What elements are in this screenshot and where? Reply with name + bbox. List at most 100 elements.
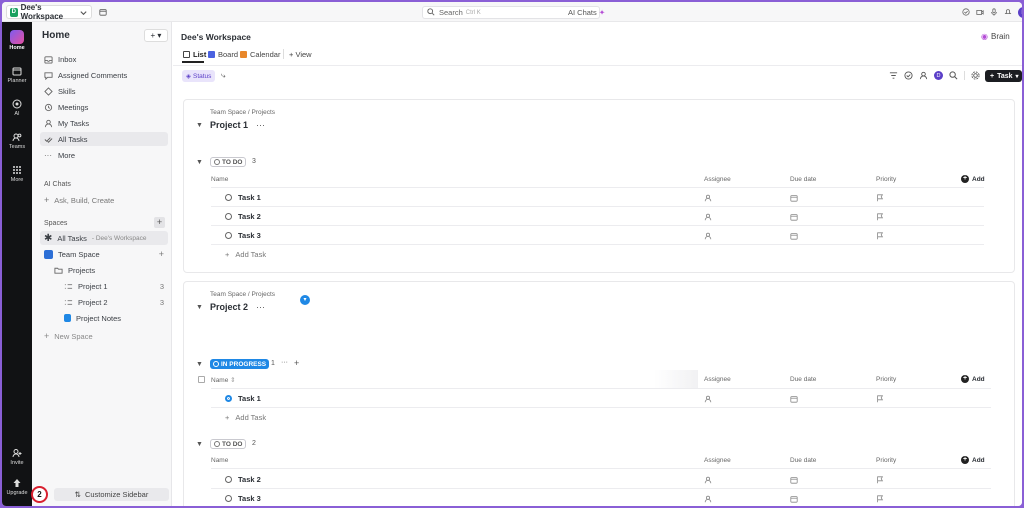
- due-date-icon[interactable]: [790, 476, 798, 484]
- column-header-assignee[interactable]: Assignee: [704, 457, 731, 464]
- workspace-switcher[interactable]: D Dee's Workspace: [6, 3, 92, 21]
- task-name[interactable]: Task 3: [238, 231, 261, 240]
- task-row[interactable]: Task 3: [225, 494, 261, 503]
- gear-icon[interactable]: [971, 71, 980, 80]
- sidebar-item-project-2[interactable]: Project 2 3: [60, 295, 168, 309]
- task-name[interactable]: Task 2: [238, 475, 261, 484]
- rail-more[interactable]: More: [2, 165, 32, 183]
- task-row[interactable]: Task 2: [225, 475, 261, 484]
- select-all-checkbox[interactable]: [198, 376, 205, 383]
- tab-board[interactable]: Board: [208, 50, 238, 59]
- rail-teams[interactable]: Teams: [2, 132, 32, 150]
- due-date-icon[interactable]: [790, 232, 798, 240]
- add-task-button[interactable]: + Task ▾: [985, 70, 1022, 82]
- column-header-name[interactable]: Name: [211, 457, 228, 464]
- priority-flag-icon[interactable]: [876, 213, 884, 221]
- assignee-filter-icon[interactable]: [919, 71, 928, 80]
- subtasks-icon[interactable]: ⤷: [221, 71, 225, 81]
- sidebar-item-projects-folder[interactable]: Projects: [50, 263, 168, 277]
- status-pill-in-progress[interactable]: IN PROGRESS: [210, 359, 270, 369]
- sidebar-item-my-tasks[interactable]: My Tasks: [40, 116, 168, 130]
- check-circle-icon[interactable]: [904, 71, 913, 80]
- add-column-button[interactable]: + Add: [961, 175, 985, 183]
- column-header-due-date[interactable]: Due date: [790, 376, 816, 383]
- task-row[interactable]: Task 3: [225, 231, 261, 240]
- task-status-circle-icon[interactable]: [225, 213, 232, 220]
- priority-flag-icon[interactable]: [876, 194, 884, 202]
- task-status-circle-icon[interactable]: [225, 232, 232, 239]
- check-circle-icon[interactable]: [962, 8, 971, 17]
- sidebar-create-button[interactable]: + ▾: [144, 29, 168, 42]
- add-space-button[interactable]: +: [154, 217, 165, 228]
- bell-icon[interactable]: [1004, 8, 1013, 17]
- group-caret-icon[interactable]: ▼: [196, 441, 203, 448]
- status-group-chip[interactable]: ◈ Status: [182, 70, 216, 82]
- calendar-icon[interactable]: [99, 8, 108, 17]
- sidebar-item-inbox[interactable]: Inbox: [40, 52, 168, 66]
- collapse-caret-icon[interactable]: ▼: [196, 122, 203, 129]
- group-add-button[interactable]: +: [294, 358, 299, 368]
- rail-upgrade[interactable]: Upgrade: [2, 478, 32, 496]
- task-name[interactable]: Task 2: [238, 212, 261, 221]
- group-caret-icon[interactable]: ▼: [196, 159, 203, 166]
- add-task-row[interactable]: + Add Task: [225, 413, 266, 422]
- task-status-circle-icon[interactable]: [225, 194, 232, 201]
- rail-invite[interactable]: Invite: [2, 448, 32, 466]
- group-menu-button[interactable]: ···: [281, 359, 288, 366]
- add-view-button[interactable]: + View: [289, 50, 312, 59]
- assignee-icon[interactable]: [704, 395, 712, 403]
- notification-badge[interactable]: 2: [31, 486, 48, 503]
- task-name[interactable]: Task 3: [238, 494, 261, 503]
- project-menu-button[interactable]: ···: [256, 302, 265, 312]
- sidebar-item-more[interactable]: ··· More: [40, 148, 168, 162]
- task-status-in-progress-icon[interactable]: [225, 395, 232, 402]
- priority-flag-icon[interactable]: [876, 495, 884, 503]
- column-header-priority[interactable]: Priority: [876, 376, 896, 383]
- add-task-row[interactable]: + Add Task: [225, 250, 266, 259]
- filter-icon[interactable]: [889, 71, 898, 80]
- tab-list[interactable]: List: [183, 50, 206, 59]
- sidebar-item-ask-build-create[interactable]: + Ask, Build, Create: [40, 193, 168, 207]
- group-caret-icon[interactable]: ▼: [196, 361, 203, 368]
- add-column-button[interactable]: + Add: [961, 456, 985, 464]
- tab-calendar[interactable]: Calendar: [240, 50, 280, 59]
- sort-icon[interactable]: ⇕: [230, 377, 235, 384]
- sidebar-item-all-tasks-space[interactable]: ✱ All Tasks - Dee's Workspace: [40, 231, 168, 245]
- column-header-assignee[interactable]: Assignee: [704, 376, 731, 383]
- chevron-down-icon[interactable]: ▾: [300, 295, 310, 305]
- user-avatar[interactable]: D: [1018, 7, 1022, 18]
- due-date-icon[interactable]: [790, 194, 798, 202]
- team-space-add[interactable]: +: [159, 249, 164, 259]
- brain-button[interactable]: ◉ Brain: [981, 32, 1010, 41]
- ai-chats-top-button[interactable]: AI Chats ✦: [568, 8, 605, 17]
- column-header-priority[interactable]: Priority: [876, 176, 896, 183]
- task-status-circle-icon[interactable]: [225, 476, 232, 483]
- priority-flag-icon[interactable]: [876, 476, 884, 484]
- rail-home[interactable]: Home: [2, 30, 32, 51]
- sidebar-item-all-tasks[interactable]: All Tasks: [40, 132, 168, 146]
- assignee-icon[interactable]: [704, 495, 712, 503]
- column-header-name[interactable]: Name: [211, 176, 228, 183]
- collapse-caret-icon[interactable]: ▼: [196, 304, 203, 311]
- due-date-icon[interactable]: [790, 495, 798, 503]
- assignee-icon[interactable]: [704, 232, 712, 240]
- column-header-assignee[interactable]: Assignee: [704, 176, 731, 183]
- due-date-icon[interactable]: [790, 213, 798, 221]
- task-name[interactable]: Task 1: [238, 193, 261, 202]
- sidebar-item-project-notes[interactable]: Project Notes: [60, 311, 168, 325]
- sidebar-item-new-space[interactable]: + New Space: [40, 329, 168, 343]
- task-row[interactable]: Task 2: [225, 212, 261, 221]
- status-pill-todo[interactable]: TO DO: [210, 439, 247, 449]
- sidebar-item-skills[interactable]: Skills: [40, 84, 168, 98]
- column-header-priority[interactable]: Priority: [876, 457, 896, 464]
- priority-flag-icon[interactable]: [876, 395, 884, 403]
- customize-sidebar-button[interactable]: ⇅ Customize Sidebar: [54, 488, 169, 501]
- sidebar-item-project-1[interactable]: Project 1 3: [60, 279, 168, 293]
- rail-planner[interactable]: Planner: [2, 66, 32, 84]
- assignee-icon[interactable]: [704, 213, 712, 221]
- user-avatar-small[interactable]: D: [934, 71, 943, 80]
- column-header-due-date[interactable]: Due date: [790, 176, 816, 183]
- sidebar-item-assigned-comments[interactable]: Assigned Comments: [40, 68, 168, 82]
- add-column-button[interactable]: + Add: [961, 375, 985, 383]
- task-row[interactable]: Task 1: [225, 394, 261, 403]
